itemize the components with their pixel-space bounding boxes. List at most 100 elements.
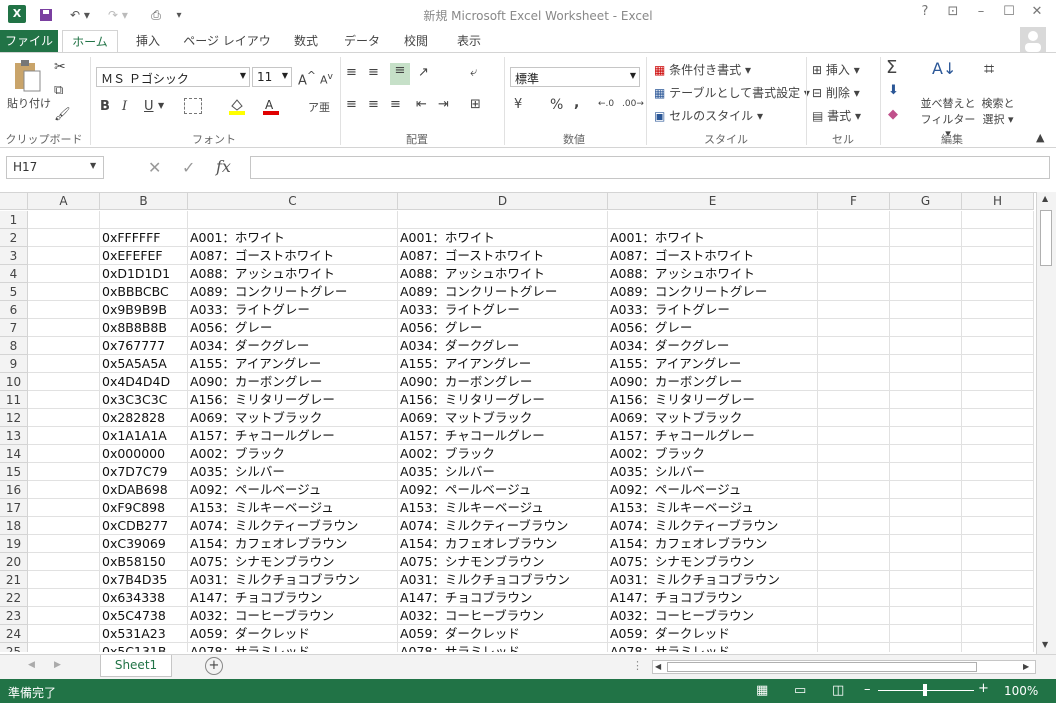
cell-h12[interactable] [962, 409, 1034, 427]
cell-a19[interactable] [28, 535, 100, 553]
row-header[interactable]: 12 [0, 409, 28, 427]
row-header[interactable]: 4 [0, 265, 28, 283]
cell-f18[interactable] [818, 517, 890, 535]
zoom-out-icon[interactable]: – [864, 682, 871, 697]
column-header-g[interactable]: G [890, 193, 962, 210]
horizontal-scrollbar[interactable]: ◀ ▶ [652, 660, 1036, 674]
cell-c21[interactable]: A031：ミルクチョコブラウン [188, 571, 398, 589]
scroll-down-icon[interactable]: ▼ [1042, 640, 1048, 649]
cell-b11[interactable]: 0x3C3C3C [100, 391, 188, 409]
cell-h24[interactable] [962, 625, 1034, 643]
cancel-icon[interactable]: ✕ [148, 158, 161, 177]
cell-f8[interactable] [818, 337, 890, 355]
zoom-in-icon[interactable]: + [978, 681, 989, 696]
cell-f7[interactable] [818, 319, 890, 337]
cell-e21[interactable]: A031：ミルクチョコブラウン [608, 571, 818, 589]
cell-e25[interactable]: A078：サラミレッド [608, 643, 818, 652]
minimize-icon[interactable]: – [968, 4, 994, 24]
row-header[interactable]: 1 [0, 211, 28, 229]
cell-c12[interactable]: A069：マットブラック [188, 409, 398, 427]
font-size-select[interactable]: 11 ▼ [252, 67, 292, 87]
cell-g11[interactable] [890, 391, 962, 409]
cell-h1[interactable] [962, 211, 1034, 229]
cell-e15[interactable]: A035：シルバー [608, 463, 818, 481]
cell-c8[interactable]: A034：ダークグレー [188, 337, 398, 355]
cell-g1[interactable] [890, 211, 962, 229]
normal-view-icon[interactable]: ▦ [756, 683, 768, 698]
cell-d9[interactable]: A155：アイアングレー [398, 355, 608, 373]
paste-icon[interactable] [10, 59, 44, 93]
cell-f6[interactable] [818, 301, 890, 319]
ribbon-display-icon[interactable]: ⊡ [940, 4, 966, 24]
cell-g16[interactable] [890, 481, 962, 499]
next-sheet-icon[interactable]: ▶ [54, 660, 61, 670]
increase-decimal-icon[interactable]: ←.0 [598, 99, 614, 109]
cell-h13[interactable] [962, 427, 1034, 445]
align-right-icon[interactable]: ≡ [390, 97, 401, 112]
close-icon[interactable]: ✕ [1024, 4, 1050, 24]
cell-f14[interactable] [818, 445, 890, 463]
cell-c10[interactable]: A090：カーボングレー [188, 373, 398, 391]
help-icon[interactable]: ? [912, 4, 938, 24]
cell-b25[interactable]: 0x5C131B [100, 643, 188, 652]
cell-e23[interactable]: A032：コーヒーブラウン [608, 607, 818, 625]
cell-b10[interactable]: 0x4D4D4D [100, 373, 188, 391]
cell-d6[interactable]: A033：ライトグレー [398, 301, 608, 319]
cell-b23[interactable]: 0x5C4738 [100, 607, 188, 625]
cell-h16[interactable] [962, 481, 1034, 499]
cell-b5[interactable]: 0xBBBCBC [100, 283, 188, 301]
cell-b8[interactable]: 0x767777 [100, 337, 188, 355]
row-header[interactable]: 5 [0, 283, 28, 301]
row-header[interactable]: 11 [0, 391, 28, 409]
cell-b17[interactable]: 0xF9C898 [100, 499, 188, 517]
cell-d5[interactable]: A089：コンクリートグレー [398, 283, 608, 301]
font-name-select[interactable]: ＭＳ Ｐゴシック ▼ [96, 67, 250, 87]
cell-f21[interactable] [818, 571, 890, 589]
cell-d3[interactable]: A087：ゴーストホワイト [398, 247, 608, 265]
align-left-icon[interactable]: ≡ [346, 97, 357, 112]
cell-e18[interactable]: A074：ミルクティーブラウン [608, 517, 818, 535]
cell-a7[interactable] [28, 319, 100, 337]
cell-b20[interactable]: 0xB58150 [100, 553, 188, 571]
row-header[interactable]: 7 [0, 319, 28, 337]
number-format-select[interactable]: 標準 ▼ [510, 67, 640, 87]
page-break-view-icon[interactable]: ◫ [832, 683, 844, 698]
cell-f4[interactable] [818, 265, 890, 283]
row-header[interactable]: 6 [0, 301, 28, 319]
align-bottom-icon[interactable]: ≡ [390, 63, 410, 85]
cell-h15[interactable] [962, 463, 1034, 481]
binoculars-icon[interactable]: ⌗ [984, 59, 994, 80]
cell-f2[interactable] [818, 229, 890, 247]
cell-f19[interactable] [818, 535, 890, 553]
fill-color-icon[interactable] [228, 97, 246, 115]
row-header[interactable]: 14 [0, 445, 28, 463]
tab-split-icon[interactable]: ⋮ [632, 659, 643, 672]
cell-f20[interactable] [818, 553, 890, 571]
cell-f23[interactable] [818, 607, 890, 625]
page-layout-view-icon[interactable]: ▭ [794, 683, 806, 698]
cell-d15[interactable]: A035：シルバー [398, 463, 608, 481]
cell-a16[interactable] [28, 481, 100, 499]
zoom-level[interactable]: 100% [1004, 684, 1038, 698]
wrap-text-icon[interactable]: ⤶ [470, 65, 477, 80]
chevron-down-icon[interactable]: ▼ [158, 101, 164, 110]
tab-page-layout[interactable]: ページ レイアウト [178, 30, 276, 70]
cell-d4[interactable]: A088：アッシュホワイト [398, 265, 608, 283]
column-header-e[interactable]: E [608, 193, 818, 210]
cell-a23[interactable] [28, 607, 100, 625]
cell-h18[interactable] [962, 517, 1034, 535]
cell-h6[interactable] [962, 301, 1034, 319]
cell-a13[interactable] [28, 427, 100, 445]
align-middle-icon[interactable]: ≡ [368, 65, 379, 80]
cell-h8[interactable] [962, 337, 1034, 355]
cell-e9[interactable]: A155：アイアングレー [608, 355, 818, 373]
cell-d20[interactable]: A075：シナモンブラウン [398, 553, 608, 571]
select-all-corner[interactable] [0, 193, 28, 210]
cell-c6[interactable]: A033：ライトグレー [188, 301, 398, 319]
increase-indent-icon[interactable]: ⇥ [438, 97, 449, 112]
comma-button[interactable]: , [574, 95, 579, 111]
cut-icon[interactable]: ✂ [54, 59, 76, 77]
cell-c19[interactable]: A154：カフェオレブラウン [188, 535, 398, 553]
row-header[interactable]: 9 [0, 355, 28, 373]
cell-f3[interactable] [818, 247, 890, 265]
